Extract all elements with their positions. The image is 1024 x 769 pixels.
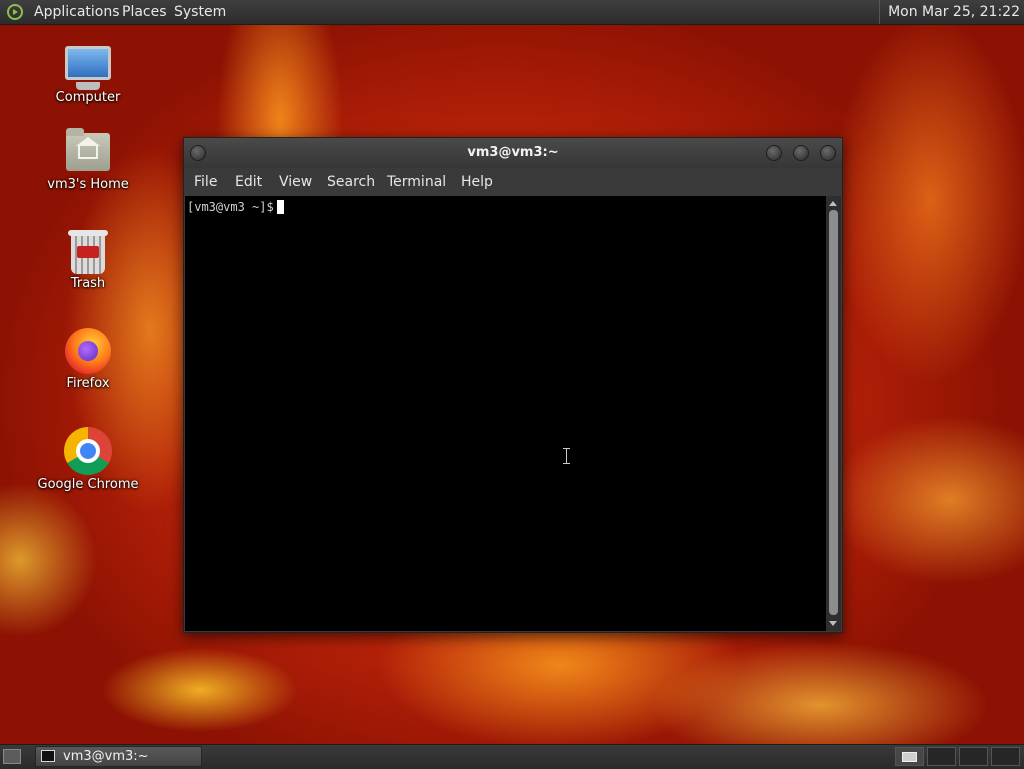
window-title: vm3@vm3:~ [467, 145, 559, 160]
menu-view[interactable]: View [279, 168, 312, 196]
terminal-menubar: File Edit View Search Terminal Help [184, 168, 842, 196]
scroll-down-icon[interactable] [829, 621, 837, 626]
top-panel: Applications Places System Mon Mar 25, 2… [0, 0, 1024, 25]
desktop-icon-label: vm3's Home [47, 177, 129, 192]
ibeam-pointer-icon [563, 448, 571, 464]
firefox-icon [65, 328, 111, 374]
desktop-icon-firefox[interactable]: Firefox [28, 328, 148, 391]
taskbar-item-terminal[interactable]: vm3@vm3:~ [35, 746, 202, 767]
menu-search[interactable]: Search [327, 168, 375, 196]
workspace-1[interactable] [895, 747, 924, 766]
desktop-icon-label: Computer [55, 90, 121, 105]
minimize-button[interactable] [766, 145, 782, 161]
terminal-scrollbar[interactable] [826, 196, 841, 631]
prompt-text: [vm3@vm3 ~]$ [187, 200, 274, 214]
desktop-icon-computer[interactable]: Computer [28, 46, 148, 105]
desktop-icon-label: Firefox [66, 376, 110, 391]
window-titlebar[interactable]: vm3@vm3:~ [184, 138, 842, 168]
bottom-panel: vm3@vm3:~ [0, 744, 1024, 769]
workspace-4[interactable] [991, 747, 1020, 766]
chrome-icon [64, 427, 112, 475]
desktop-icon-label: Google Chrome [37, 477, 139, 492]
mate-logo-icon[interactable] [7, 4, 23, 20]
window-menu-icon[interactable] [190, 145, 206, 161]
desktop-icon-label: Trash [70, 276, 106, 291]
menu-terminal[interactable]: Terminal [387, 168, 446, 196]
applications-menu[interactable]: Applications [34, 0, 120, 24]
maximize-button[interactable] [793, 145, 809, 161]
terminal-output[interactable]: [vm3@vm3 ~]$ [185, 196, 826, 631]
menu-edit[interactable]: Edit [235, 168, 262, 196]
scroll-up-icon[interactable] [829, 201, 837, 206]
text-cursor [276, 200, 284, 214]
system-menu[interactable]: System [174, 0, 226, 24]
workspace-2[interactable] [927, 747, 956, 766]
scroll-thumb[interactable] [829, 210, 838, 615]
desktop-icon-home[interactable]: vm3's Home [28, 128, 148, 192]
desktop-icon-trash[interactable]: Trash [28, 230, 148, 291]
workspace-3[interactable] [959, 747, 988, 766]
home-folder-icon [66, 128, 110, 171]
menu-file[interactable]: File [194, 168, 217, 196]
places-menu[interactable]: Places [122, 0, 167, 24]
menu-help[interactable]: Help [461, 168, 493, 196]
close-button[interactable] [820, 145, 836, 161]
terminal-icon [41, 750, 55, 762]
clock[interactable]: Mon Mar 25, 21:22 [879, 0, 1020, 24]
desktop-icon-chrome[interactable]: Google Chrome [28, 427, 148, 492]
terminal-window: vm3@vm3:~ File Edit View Search Terminal… [183, 137, 843, 633]
taskbar-item-label: vm3@vm3:~ [63, 749, 149, 764]
trash-icon [68, 230, 108, 274]
show-desktop-icon[interactable] [3, 749, 21, 764]
shell-prompt: [vm3@vm3 ~]$ [187, 200, 284, 215]
computer-icon [65, 46, 111, 90]
